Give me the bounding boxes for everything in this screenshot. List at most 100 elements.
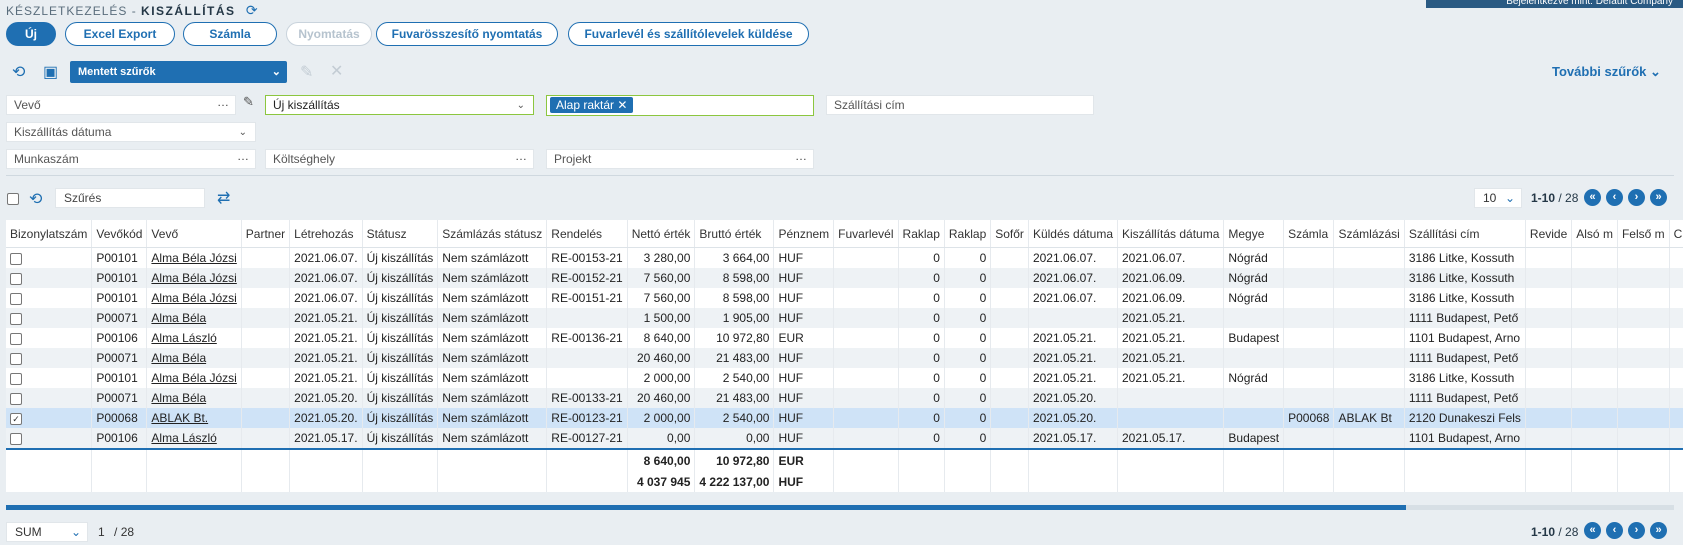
table-row[interactable]: P00071 Alma Béla 2021.05.21. Új kiszállítás… [6, 308, 1683, 328]
customer-link[interactable]: Alma Béla [151, 391, 206, 405]
column-header[interactable]: Bizonylatszám [6, 220, 93, 248]
table-row[interactable]: P00101 Alma Béla Józsi 2021.05.21. Új kiszá… [6, 368, 1683, 388]
column-header[interactable]: Vevőkód [91, 220, 148, 248]
cost-center-filter[interactable]: Költséghely … [265, 149, 534, 169]
row-checkbox[interactable] [10, 292, 22, 305]
column-header[interactable]: Felső m [1617, 220, 1670, 248]
column-header[interactable]: Raklap [898, 220, 945, 248]
last-page-icon[interactable]: » [1650, 189, 1667, 206]
reset-icon[interactable]: ⟲ [12, 62, 25, 82]
table-row[interactable]: P00106 Alma László 2021.05.21. Új kiszállít… [6, 328, 1683, 348]
reset-icon[interactable]: ⟲ [29, 189, 42, 209]
column-header[interactable]: Sofőr [990, 220, 1029, 248]
prev-page-icon[interactable]: ‹ [1606, 189, 1623, 206]
job-number-filter[interactable]: Munkaszám … [6, 149, 256, 169]
table-row[interactable]: P00106 Alma László 2021.05.17. Új kiszállít… [6, 428, 1683, 449]
column-header[interactable]: Bruttó érték [694, 220, 775, 248]
project-filter[interactable]: Projekt … [546, 149, 814, 169]
last-page-icon[interactable]: » [1650, 522, 1667, 539]
refresh-icon[interactable]: ⟳ [246, 2, 259, 18]
table-row[interactable]: P00101 Alma Béla Józsi 2021.06.07. Új kiszá… [6, 247, 1683, 268]
customer-link[interactable]: ABLAK Bt. [151, 411, 208, 425]
column-header[interactable]: Létrehozás [289, 220, 363, 248]
saved-filters-dropdown[interactable]: Mentett szűrők ⌄ [70, 61, 287, 83]
cell-county: Budapest [1223, 428, 1285, 449]
next-page-icon[interactable]: › [1628, 522, 1645, 539]
excel-export-button[interactable]: Excel Export [65, 22, 175, 46]
prev-page-icon[interactable]: ‹ [1606, 522, 1623, 539]
waybill-print-button[interactable]: Fuvarösszesítő nyomtatás [376, 22, 558, 46]
column-header[interactable]: C [1669, 220, 1683, 248]
column-header[interactable]: Nettó érték [627, 220, 696, 248]
column-header[interactable]: Szállítási cím [1404, 220, 1526, 248]
status-filter[interactable]: Új kiszállítás ⌄ [265, 95, 534, 115]
horizontal-scrollbar[interactable] [6, 505, 1406, 510]
page-size-select[interactable]: 10 ⌄ [1474, 188, 1522, 208]
customer-link[interactable]: Alma László [151, 331, 216, 345]
invoice-button[interactable]: Számla [183, 22, 277, 46]
column-header[interactable]: Revide [1525, 220, 1573, 248]
column-header[interactable]: Számla [1283, 220, 1335, 248]
more-icon[interactable]: … [795, 147, 807, 166]
row-checkbox[interactable] [10, 312, 22, 325]
customer-link[interactable]: Alma Béla Józsi [151, 251, 236, 265]
next-page-icon[interactable]: › [1628, 189, 1645, 206]
customer-link[interactable]: Alma Béla [151, 351, 206, 365]
customer-link[interactable]: Alma Béla Józsi [151, 271, 236, 285]
column-header[interactable]: Számlázási [1333, 220, 1405, 248]
cell-net: 2 000,00 [627, 368, 696, 388]
customer-link[interactable]: Alma Béla Józsi [151, 371, 236, 385]
more-icon[interactable]: … [515, 147, 527, 166]
swap-icon[interactable]: ⇄ [217, 188, 230, 208]
row-checkbox[interactable] [10, 252, 22, 265]
print-button[interactable]: Nyomtatás [286, 22, 372, 46]
column-header[interactable]: Pénznem [773, 220, 835, 248]
customer-filter[interactable]: Vevő … [6, 95, 236, 115]
table-row[interactable]: ✓ P00068 ABLAK Bt. 2021.05.20. Új kiszállítá… [6, 408, 1683, 428]
customer-link[interactable]: Alma László [151, 431, 216, 445]
column-header[interactable]: Küldés dátuma [1028, 220, 1119, 248]
edit-icon[interactable]: ✎ [300, 62, 313, 82]
ship-date-filter[interactable]: Kiszállítás dátuma ⌄ [6, 122, 256, 142]
column-header[interactable]: Rendelés [546, 220, 628, 248]
table-row[interactable]: P00071 Alma Béla 2021.05.20. Új kiszállítás… [6, 388, 1683, 408]
delete-icon[interactable]: ✕ [330, 61, 343, 81]
row-checkbox[interactable] [10, 432, 22, 445]
shipping-address-filter[interactable]: Szállítási cím [826, 95, 1094, 115]
column-header[interactable]: Partner [241, 220, 291, 248]
more-icon[interactable]: … [217, 93, 229, 112]
customer-link[interactable]: Alma Béla Józsi [151, 291, 236, 305]
customer-link[interactable]: Alma Béla [151, 311, 206, 325]
row-checkbox[interactable] [10, 392, 22, 405]
remove-tag-icon[interactable]: ✕ [617, 98, 627, 112]
more-filters-toggle[interactable]: További szűrők ⌄ [1552, 64, 1661, 80]
table-row[interactable]: P00101 Alma Béla Józsi 2021.06.07. Új kiszá… [6, 268, 1683, 288]
first-page-icon[interactable]: « [1584, 522, 1601, 539]
row-checkbox[interactable] [10, 272, 22, 285]
row-checkbox[interactable] [10, 372, 22, 385]
save-icon[interactable]: ▣ [43, 62, 58, 82]
column-header[interactable]: Státusz [362, 220, 439, 248]
table-row[interactable]: P00071 Alma Béla 2021.05.21. Új kiszállítás… [6, 348, 1683, 368]
column-header[interactable]: Számlázás státusz [437, 220, 548, 248]
first-page-icon[interactable]: « [1584, 189, 1601, 206]
search-input[interactable]: Szűrés [55, 188, 205, 208]
column-header[interactable]: Alsó m [1571, 220, 1618, 248]
aggregate-select[interactable]: SUM ⌄ [6, 522, 88, 542]
column-header[interactable]: Raklap [944, 220, 992, 248]
more-icon[interactable]: … [237, 147, 249, 166]
row-checkbox[interactable]: ✓ [10, 412, 22, 425]
row-checkbox[interactable] [10, 352, 22, 365]
column-header[interactable]: Kiszállítás dátuma [1117, 220, 1225, 248]
new-button[interactable]: Új [6, 22, 56, 46]
column-header[interactable]: Vevő [146, 220, 242, 248]
select-all-checkbox[interactable] [7, 193, 19, 205]
cell-billing: Nem számlázott [437, 328, 548, 348]
row-checkbox[interactable] [10, 332, 22, 345]
warehouse-filter[interactable]: Alap raktár ✕ [546, 95, 814, 116]
send-waybills-button[interactable]: Fuvarlevél és szállítólevelek küldése [568, 22, 809, 46]
column-header[interactable]: Fuvarlevél [833, 220, 899, 248]
edit-icon[interactable]: ✎ [243, 94, 254, 110]
column-header[interactable]: Megye [1223, 220, 1285, 248]
table-row[interactable]: P00101 Alma Béla Józsi 2021.06.07. Új kiszá… [6, 288, 1683, 308]
